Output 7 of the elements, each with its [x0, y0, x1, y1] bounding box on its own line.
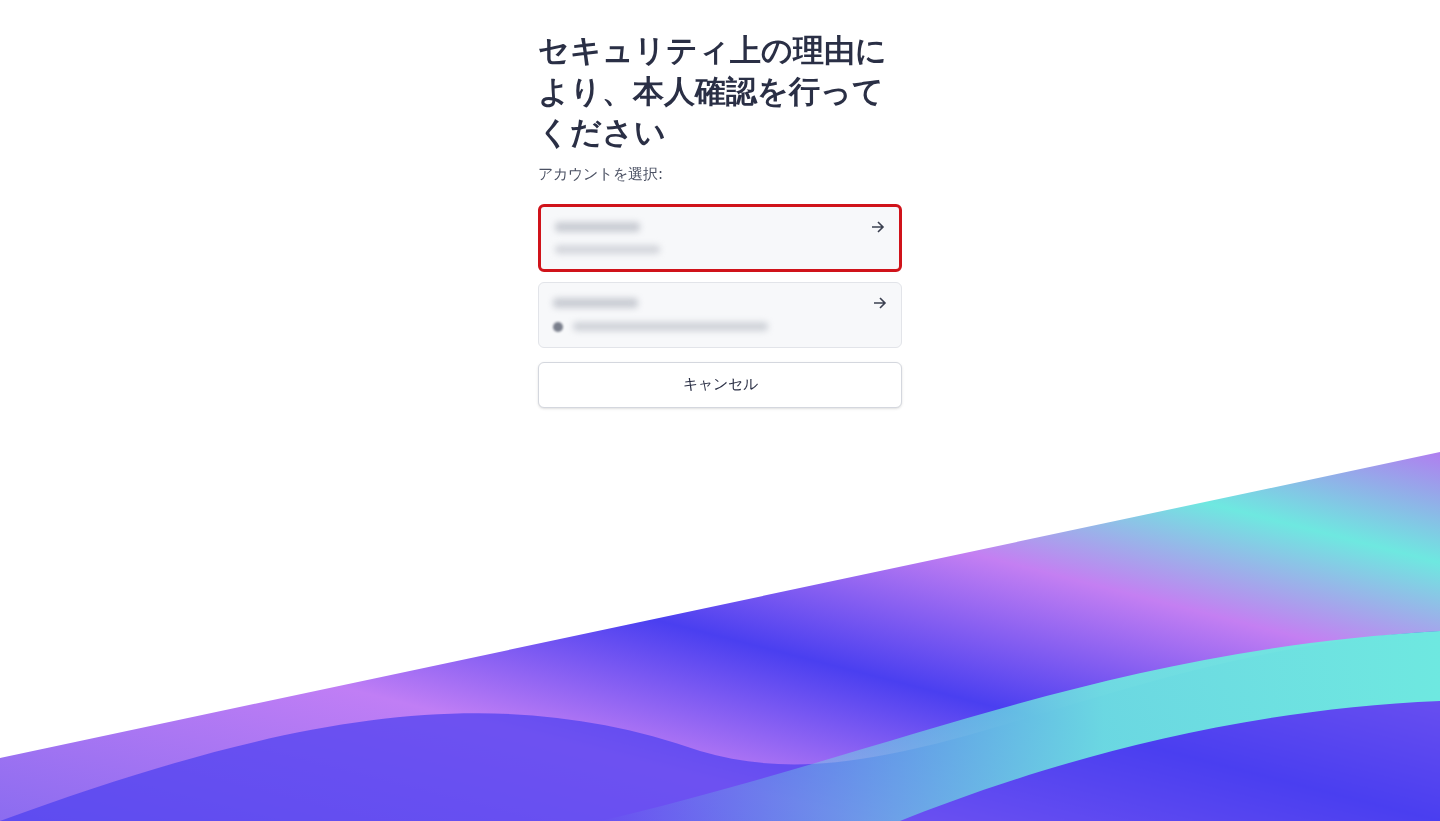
- account-prompt: アカウントを選択:: [538, 164, 665, 185]
- page-heading: セキュリティ上の理由により、本人確認を行ってください: [538, 31, 888, 152]
- account-option[interactable]: [538, 203, 902, 272]
- status-icon: [553, 321, 563, 332]
- arrow-right-icon: [873, 296, 887, 309]
- arrow-right-icon: [871, 220, 885, 233]
- cancel-button[interactable]: キャンセル: [538, 361, 902, 408]
